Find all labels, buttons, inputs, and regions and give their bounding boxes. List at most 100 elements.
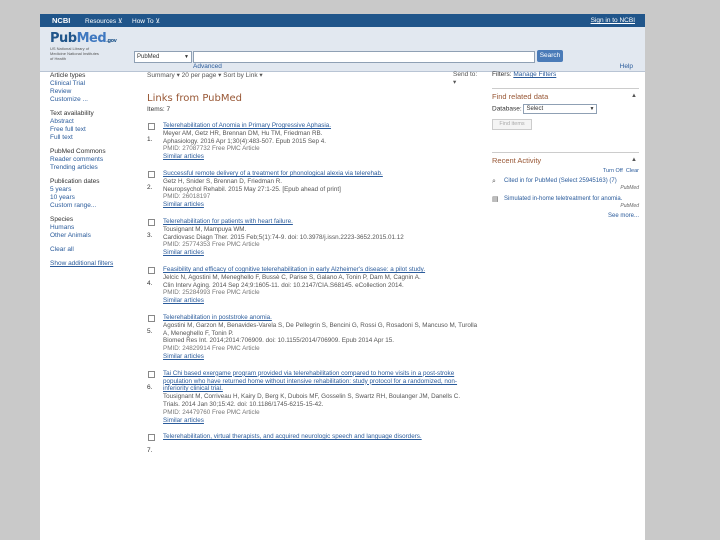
filter-option[interactable]: Review (50, 88, 140, 96)
result-item: 7. Telerehabilitation, virtual therapists… (147, 433, 482, 454)
similar-articles-link[interactable]: Similar articles (163, 297, 482, 305)
result-title-link[interactable]: Successful remote delivery of a treatmen… (163, 170, 482, 178)
filter-group-heading: PubMed Commons (50, 148, 106, 155)
result-authors: Agostini M, Garzon M, Benavides-Varela S… (163, 321, 478, 337)
result-authors: Meyer AM, Getz HR, Brennan DM, Hu TM, Fr… (163, 129, 323, 137)
signin-link[interactable]: Sign in to NCBI (591, 17, 635, 24)
result-title-link[interactable]: Telerehabilitation of Anomia in Primary … (163, 122, 482, 130)
result-checkbox[interactable] (148, 123, 155, 130)
related-database-value: Select (526, 106, 544, 112)
result-item: 5. Telerehabilitation in poststroke anomi… (147, 314, 482, 361)
ncbi-logo[interactable]: NCBI (52, 16, 70, 25)
result-checkbox[interactable] (148, 218, 155, 226)
clear-link[interactable]: Clear (626, 168, 639, 174)
filter-option[interactable]: Custom range... (50, 202, 140, 210)
filter-group-heading: Article types (50, 72, 86, 79)
find-related-heading[interactable]: Find related data (492, 92, 639, 101)
database-select[interactable]: PubMed ▼ (134, 51, 192, 63)
help-link[interactable]: Help (620, 63, 633, 70)
find-items-button[interactable]: Find items (492, 119, 532, 130)
result-item: 6. Tai Chi based exergame program provide… (147, 370, 482, 425)
howto-menu[interactable]: How To ⊻ (132, 17, 160, 25)
result-pmid: PMID: 25284993 Free PMC Article (163, 289, 260, 297)
filter-option[interactable]: Abstract (50, 118, 140, 126)
filter-option[interactable]: Other Animals (50, 232, 140, 240)
page-title: Links from PubMed (147, 93, 242, 104)
display-settings[interactable]: Summary ▾ 20 per page ▾ Sort by Link ▾ (147, 72, 263, 79)
advanced-search-link[interactable]: Advanced (193, 63, 222, 70)
ncbi-topbar: NCBI Resources ⊻ How To ⊻ Sign in to NCB… (40, 14, 645, 27)
right-column: Filters: Manage Filters Find related dat… (492, 71, 639, 219)
logo-gov: .gov (106, 38, 117, 44)
result-title-link[interactable]: Telerehabilitation, virtual therapists, … (163, 433, 482, 441)
filter-option[interactable]: Reader comments (50, 156, 140, 164)
similar-articles-link[interactable]: Similar articles (163, 201, 482, 209)
result-item: 4. Feasibility and efficacy of cognitive … (147, 266, 482, 305)
result-citation: Clin Interv Aging. 2014 Sep 24;9:1605-11… (163, 281, 404, 289)
similar-articles-link[interactable]: Similar articles (163, 417, 482, 425)
pubmed-page: NCBI Resources ⊻ How To ⊻ Sign in to NCB… (40, 14, 645, 540)
result-pmid: PMID: 25774353 Free PMC Article (163, 241, 260, 249)
database-select-value: PubMed (137, 54, 160, 60)
result-title-link[interactable]: Telerehabilitation for patients with hea… (163, 218, 482, 226)
collapse-icon[interactable]: ▲ (631, 93, 637, 99)
items-count: Items: 7 (147, 106, 171, 113)
activity-source: PubMed (620, 203, 639, 209)
filter-option[interactable]: Customize ... (50, 96, 140, 104)
activity-source: PubMed (620, 185, 639, 191)
activity-item[interactable]: ⌕ Cited in for PubMed (Select 25945163) (… (492, 178, 639, 192)
database-row: Database: Select ▼ (492, 104, 639, 114)
pubmed-logo[interactable]: PubMed.gov US National Library of Medici… (50, 31, 117, 61)
clear-all-link[interactable]: Clear all (50, 246, 140, 254)
logo-med: Med (76, 31, 107, 46)
result-checkbox[interactable] (148, 370, 155, 378)
result-checkbox[interactable] (148, 434, 155, 442)
similar-articles-link[interactable]: Similar articles (163, 153, 482, 161)
filter-option[interactable]: 10 years (50, 194, 140, 202)
result-authors: Getz H, Snider S, Brennan D, Friedman R. (163, 177, 282, 185)
result-checkbox[interactable] (148, 266, 155, 274)
result-title-link[interactable]: Telerehabilitation in poststroke anomia. (163, 314, 482, 322)
recent-activity-heading[interactable]: Recent Activity (492, 156, 639, 165)
resources-menu[interactable]: Resources ⊻ (85, 17, 123, 25)
filter-option[interactable]: Full text (50, 134, 140, 142)
filter-option[interactable]: Humans (50, 224, 140, 232)
filter-option[interactable]: Clinical Trial (50, 80, 140, 88)
result-item: 2. Successful remote delivery of a treatm… (147, 170, 482, 209)
related-database-select[interactable]: Select ▼ (523, 104, 598, 114)
search-input[interactable] (193, 51, 535, 63)
filter-option[interactable]: Trending articles (50, 164, 140, 172)
result-checkbox[interactable] (148, 314, 155, 322)
result-number: 4. (147, 279, 153, 287)
result-item: 1. Telerehabilitation of Anomia in Primar… (147, 122, 482, 161)
filters-label: Filters: (492, 71, 512, 78)
activity-text: Simulated in-home teletreatment for anom… (504, 196, 623, 202)
result-title-link[interactable]: Feasibility and efficacy of cognitive te… (163, 266, 482, 274)
results-toolbar: Summary ▾ 20 per page ▾ Sort by Link ▾ S… (147, 71, 482, 86)
result-authors: Tousignant M, Mampuya WM. (163, 225, 247, 233)
result-number: 7. (147, 447, 153, 455)
show-additional-filters-link[interactable]: Show additional filters (50, 260, 140, 268)
manage-filters-link[interactable]: Manage Filters (513, 71, 556, 78)
see-more-link[interactable]: See more... (492, 213, 639, 219)
turn-off-link[interactable]: Turn Off (603, 168, 623, 174)
send-to-menu[interactable]: Send to: ▾ (453, 71, 482, 86)
activity-item[interactable]: ▤ Simulated in-home teletreatment for ano… (492, 196, 639, 210)
similar-articles-link[interactable]: Similar articles (163, 249, 482, 257)
similar-articles-link[interactable]: Similar articles (163, 353, 482, 361)
search-button[interactable]: Search (537, 50, 563, 62)
filter-group: Article types Clinical Trial Review Customi… (50, 72, 140, 104)
result-checkbox[interactable] (148, 170, 155, 178)
filter-group: PubMed Commons Reader comments Trending ar… (50, 148, 140, 172)
result-number: 2. (147, 183, 153, 191)
collapse-icon[interactable]: ▲ (631, 157, 637, 163)
chevron-down-icon: ▼ (589, 106, 595, 112)
filter-option[interactable]: Free full text (50, 126, 140, 134)
result-title-link[interactable]: Tai Chi based exergame program provided … (163, 370, 482, 393)
filter-group: Species Humans Other Animals (50, 216, 140, 240)
filter-group: Publication dates 5 years 10 years Custom r… (50, 178, 140, 210)
filter-option[interactable]: 5 years (50, 186, 140, 194)
filters-header: Filters: Manage Filters (492, 71, 639, 78)
document-icon: ▤ (492, 196, 499, 203)
results-main: Summary ▾ 20 per page ▾ Sort by Link ▾ S… (147, 71, 482, 454)
